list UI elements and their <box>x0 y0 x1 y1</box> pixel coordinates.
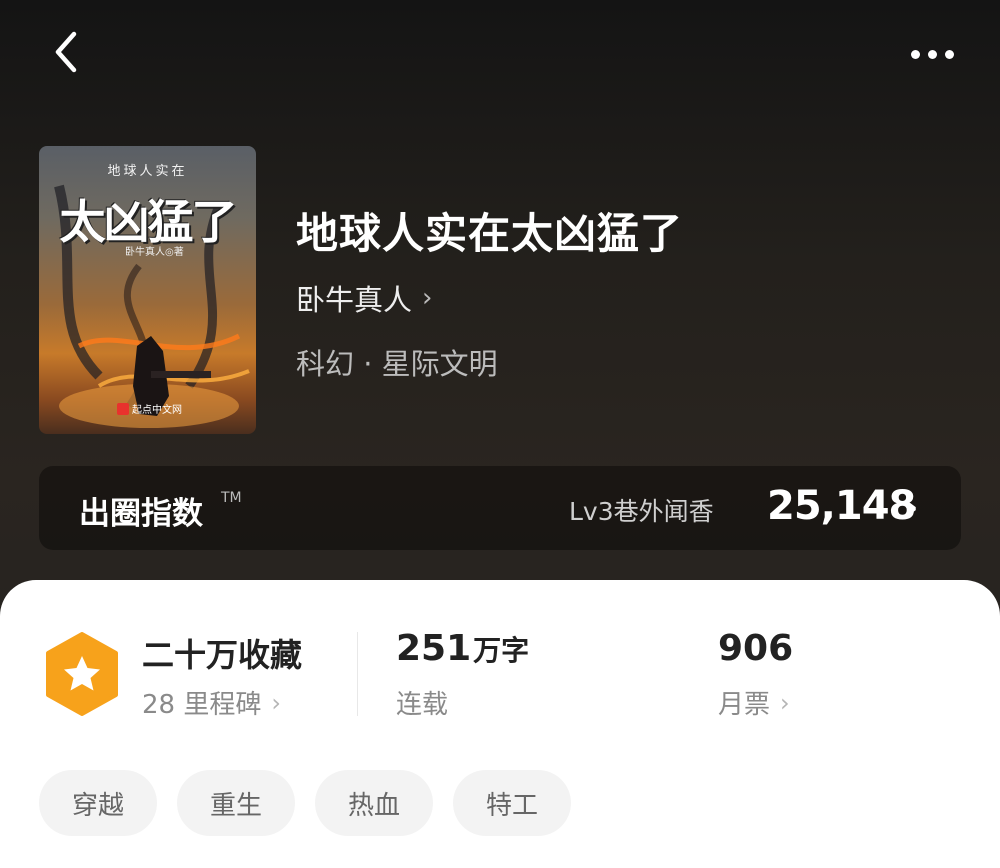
tag-chip[interactable]: 穿越 <box>39 770 157 836</box>
chevron-right-icon: › <box>780 688 790 717</box>
book-cover[interactable]: 地球人实在 太凶猛了 卧牛真人◎著 起点中文网 <box>39 146 256 434</box>
monthly-votes-label: 月票 <box>718 690 771 720</box>
more-options-button[interactable] <box>900 34 964 74</box>
cover-publisher: 起点中文网 <box>117 401 182 416</box>
serial-status: 连载 <box>396 690 449 720</box>
more-dot-icon <box>944 49 954 59</box>
book-title: 地球人实在太凶猛了 <box>296 209 684 258</box>
book-stats-card: 二十万收藏 28 里程碑 › 251万字 连载 906 月票 › 穿越 重生 热… <box>0 580 1000 868</box>
word-count-unit: 万字 <box>473 634 530 667</box>
star-badge-icon <box>46 632 118 716</box>
tag-chip[interactable]: 特工 <box>453 770 571 836</box>
influence-level: Lv3巷外闻香 <box>569 497 714 526</box>
top-bar <box>0 0 1000 110</box>
milestones-text: 28 里程碑 <box>142 690 262 720</box>
milestones-link[interactable]: 28 里程碑 › <box>142 684 281 721</box>
monthly-votes-link[interactable]: 月票 › <box>718 684 790 721</box>
influence-value: 25,148 <box>767 483 916 529</box>
influence-label: 出圈指数 <box>79 496 203 532</box>
stats-divider <box>357 632 358 716</box>
book-genre: 科幻 · 星际文明 <box>296 347 498 381</box>
word-count-value: 251 <box>396 628 472 669</box>
tag-chip[interactable]: 热血 <box>315 770 433 836</box>
monthly-votes-count: 906 <box>718 628 794 669</box>
tag-chip[interactable]: 重生 <box>177 770 295 836</box>
cover-publisher-text: 起点中文网 <box>132 405 182 416</box>
influence-index-bar[interactable]: 出圈指数 TM Lv3巷外闻香 25,148 › <box>39 466 961 550</box>
cover-top-text: 地球人实在 <box>107 164 188 179</box>
trademark-mark: TM <box>221 490 242 506</box>
tag-list: 穿越 重生 热血 特工 <box>39 770 571 836</box>
chevron-right-icon: › <box>422 283 433 313</box>
cover-author-text: 卧牛真人◎著 <box>125 247 184 258</box>
publisher-logo-icon <box>117 402 129 415</box>
author-link[interactable]: 卧牛真人 › <box>296 277 432 319</box>
more-dot-icon <box>910 49 920 59</box>
favorites-count: 二十万收藏 <box>142 636 303 674</box>
chevron-right-icon: › <box>905 488 919 526</box>
word-count: 251万字 <box>396 628 529 669</box>
chevron-right-icon: › <box>271 688 281 717</box>
more-dot-icon <box>927 49 937 59</box>
author-name: 卧牛真人 <box>296 283 413 317</box>
chevron-left-icon <box>55 31 77 73</box>
back-button[interactable] <box>44 30 88 74</box>
